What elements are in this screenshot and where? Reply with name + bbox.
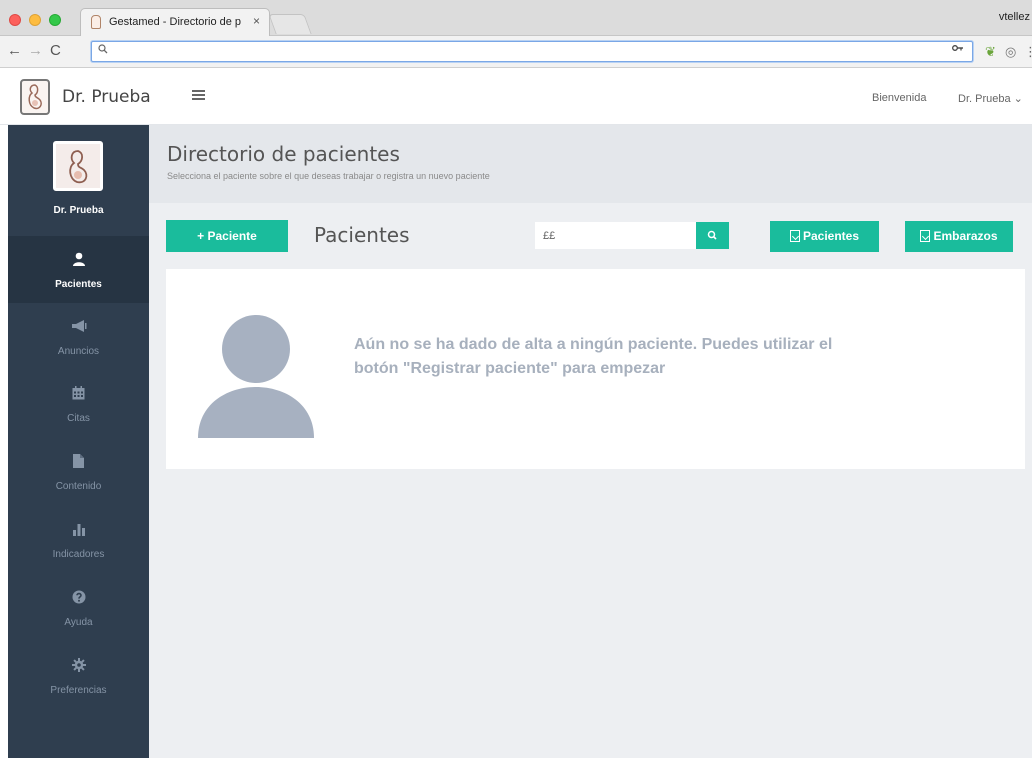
user-placeholder-icon — [196, 311, 316, 441]
sidebar-user-name: Dr. Prueba — [53, 205, 104, 216]
sidebar-item-ayuda[interactable]: Ayuda — [8, 574, 149, 641]
close-window-button[interactable] — [9, 14, 21, 26]
sidebar-item-label: Indicadores — [52, 549, 105, 560]
tab-close-icon[interactable]: × — [253, 14, 260, 28]
megaphone-icon — [8, 319, 149, 337]
page-header: Directorio de pacientes Selecciona el pa… — [149, 125, 1032, 203]
search-icon — [98, 44, 108, 57]
evernote-extension-icon[interactable]: ❦ — [985, 44, 996, 60]
app-header: Dr. Prueba Bienvenida Dr. Prueba ⌄ — [0, 69, 1032, 125]
export-pregnancies-button[interactable]: Embarazos — [905, 221, 1013, 252]
user-menu[interactable]: Dr. Prueba ⌄ — [958, 92, 1023, 105]
browser-tab-bar: Gestamed - Directorio de paci × vtellez — [0, 0, 1032, 36]
export-patients-label: Pacientes — [802, 229, 860, 243]
sidebar-item-label: Ayuda — [64, 617, 93, 628]
search-button[interactable] — [696, 222, 729, 249]
browser-tab[interactable]: Gestamed - Directorio de paci × — [80, 8, 270, 36]
empty-state-card: Aún no se ha dado de alta a ningún pacie… — [166, 269, 1025, 469]
key-icon[interactable] — [952, 44, 964, 55]
export-patients-button[interactable]: Pacientes — [770, 221, 879, 252]
bar-chart-icon — [8, 522, 149, 540]
user-icon — [8, 252, 149, 270]
tab-title: Gestamed - Directorio de paci — [109, 16, 241, 28]
calendar-icon — [8, 386, 149, 404]
browser-menu-icon[interactable]: ⋮ — [1024, 44, 1032, 60]
url-input[interactable] — [114, 44, 934, 59]
document-icon — [8, 454, 149, 472]
maximize-window-button[interactable] — [49, 14, 61, 26]
menu-toggle-icon[interactable] — [192, 90, 205, 101]
back-arrow-icon[interactable]: ← — [7, 43, 22, 59]
app-title: Dr. Prueba — [62, 87, 151, 107]
excel-file-icon — [789, 230, 800, 242]
sidebar-item-preferencias[interactable]: Preferencias — [8, 642, 149, 709]
avatar[interactable] — [53, 141, 103, 191]
gear-icon — [8, 658, 149, 676]
sidebar-item-label: Preferencias — [50, 685, 107, 696]
camera-extension-icon[interactable]: ◎ — [1005, 44, 1016, 60]
sidebar-item-label: Pacientes — [55, 279, 102, 290]
new-tab-button[interactable] — [268, 14, 312, 34]
welcome-text: Bienvenida — [872, 92, 927, 104]
empty-state-message: Aún no se ha dado de alta a ningún pacie… — [354, 336, 833, 377]
sidebar: Dr. Prueba Pacientes Anuncios Citas Cont… — [8, 125, 149, 758]
address-bar[interactable] — [91, 41, 973, 62]
main-content: Directorio de pacientes Selecciona el pa… — [149, 125, 1032, 758]
app-logo[interactable] — [20, 79, 50, 115]
sidebar-item-pacientes[interactable]: Pacientes — [8, 236, 149, 303]
list-title: Pacientes — [314, 223, 410, 247]
sidebar-item-anuncios[interactable]: Anuncios — [8, 303, 149, 370]
add-patient-button[interactable]: + Paciente — [166, 220, 288, 252]
favicon-icon — [91, 15, 101, 29]
excel-file-icon — [920, 230, 931, 242]
sidebar-item-contenido[interactable]: Contenido — [8, 438, 149, 505]
help-icon — [8, 590, 149, 608]
sidebar-item-indicadores[interactable]: Indicadores — [8, 506, 149, 573]
sidebar-item-label: Anuncios — [57, 346, 100, 357]
page-subtitle: Selecciona el paciente sobre el que dese… — [167, 171, 490, 181]
sidebar-item-label: Contenido — [55, 481, 102, 492]
forward-arrow-icon[interactable]: → — [28, 43, 43, 59]
minimize-window-button[interactable] — [29, 14, 41, 26]
page-title: Directorio de pacientes — [167, 142, 400, 166]
export-pregnancies-label: Embarazos — [933, 229, 998, 243]
browser-toolbar: ← → C ❦ ◎ ⋮ — [0, 36, 1032, 68]
sidebar-item-citas[interactable]: Citas — [8, 370, 149, 437]
browser-profile-name[interactable]: vtellez — [999, 11, 1030, 23]
search-icon — [707, 230, 717, 240]
reload-icon[interactable]: C — [50, 43, 61, 59]
sidebar-item-label: Citas — [67, 413, 90, 424]
search-input[interactable] — [535, 222, 697, 249]
